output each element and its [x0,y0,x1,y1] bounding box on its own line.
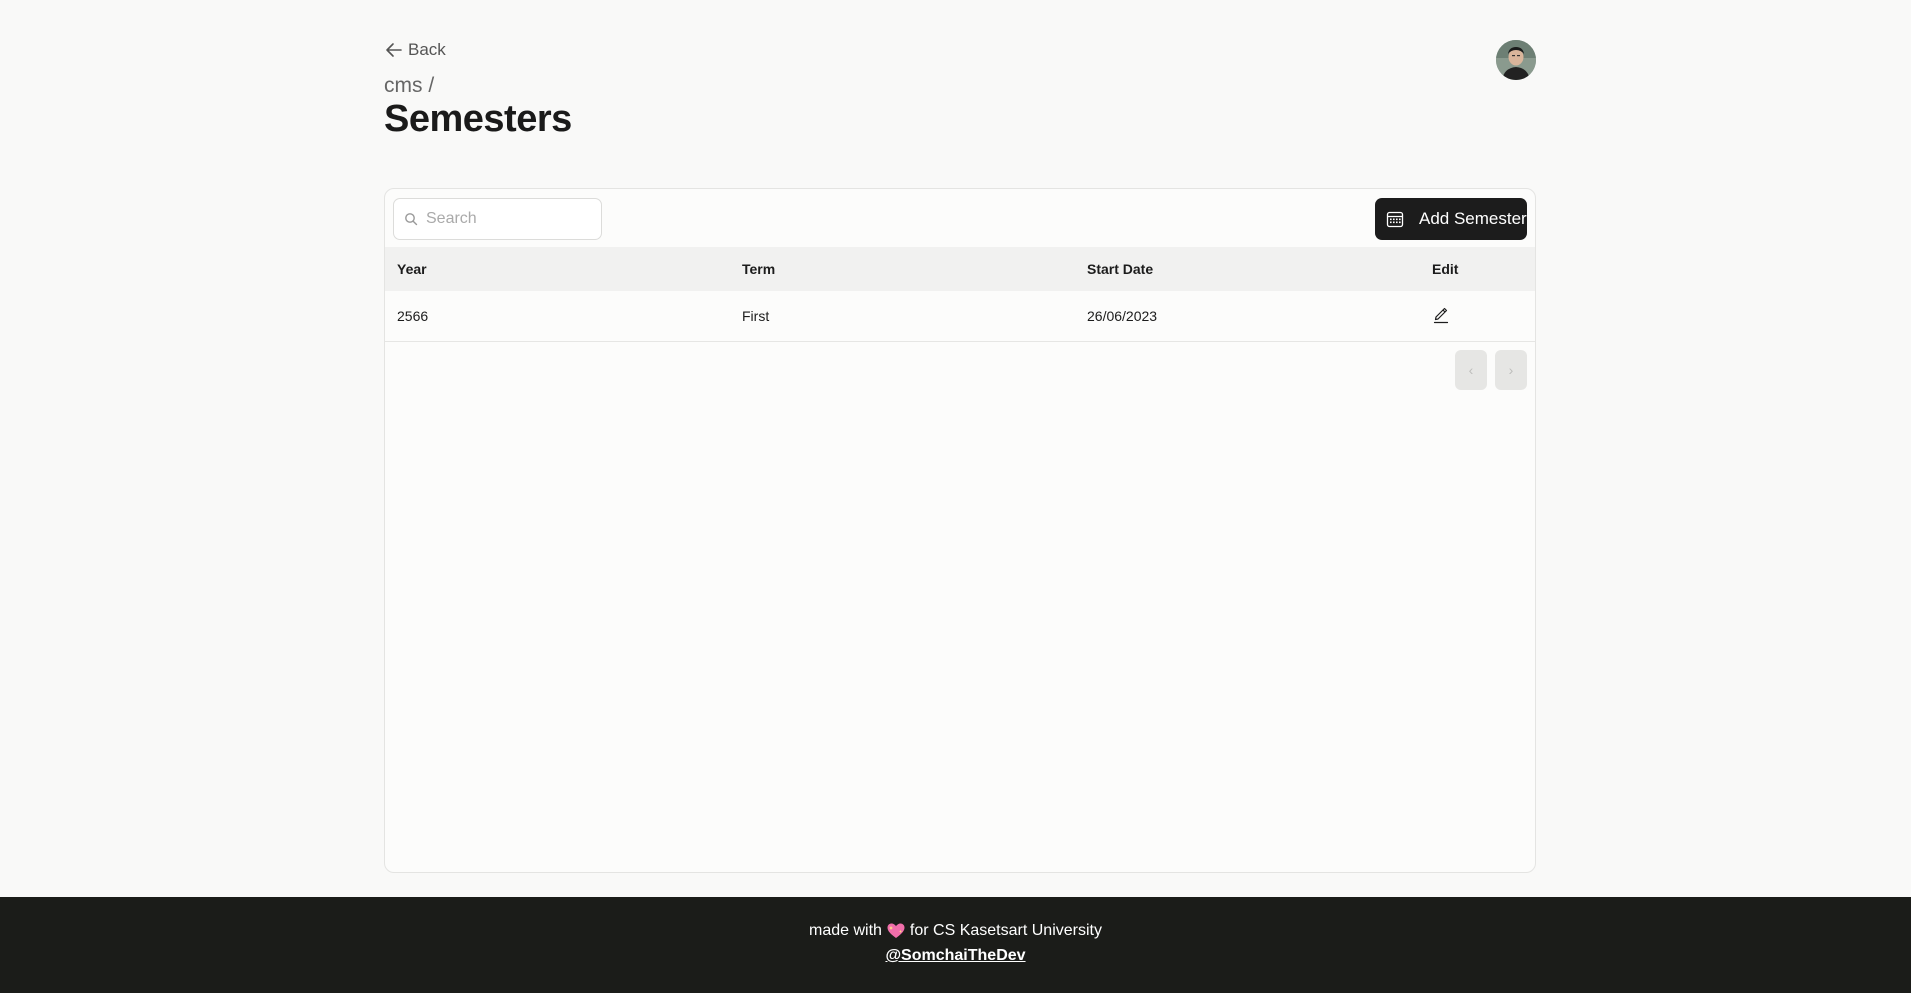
breadcrumb: cms / [384,74,435,97]
column-header-start-date[interactable]: Start Date [1075,247,1420,291]
table-row: 2566 First 26/06/2023 [385,291,1535,341]
table-toolbar: Add Semester [385,189,1535,247]
add-semester-button[interactable]: Add Semester [1375,198,1527,240]
column-header-term[interactable]: Term [730,247,1075,291]
cell-term: First [742,307,770,324]
calendar-icon [1386,211,1404,228]
sparkling-heart-icon [887,923,905,938]
chevron-left-icon: ‹ [1468,362,1474,378]
column-header-year[interactable]: Year [385,247,730,291]
footer-credit: made with for CS Kasetsart University [0,921,1911,941]
back-label: Back [408,40,446,59]
made-with-text: made with [809,922,882,939]
avatar[interactable] [1496,40,1536,80]
chevron-right-icon: › [1508,362,1514,378]
page: Back cms / Semesters Search Add Semester… [0,0,1911,993]
search-icon [405,213,418,226]
search-box[interactable] [393,198,602,240]
pagination: ‹ › [1455,350,1527,390]
cell-start-date: 26/06/2023 [1087,307,1158,324]
search-input[interactable] [426,210,586,228]
page-title: Semesters [384,98,572,140]
back-link[interactable]: Back [384,40,446,60]
table-header-row: Year Term Start Date Edit [385,247,1535,291]
cell-year: 2566 [397,307,429,324]
footer: made with for CS Kasetsart University @S… [0,897,1911,993]
author-link[interactable]: @SomchaiTheDev [0,947,1911,965]
prev-page-button[interactable]: ‹ [1455,350,1487,390]
user-avatar-icon [1496,40,1536,80]
for-university-text: for CS Kasetsart University [909,922,1102,939]
column-header-edit: Edit [1432,261,1459,277]
semesters-card: Add Semester Year Term Start Date Edit 2… [384,188,1536,873]
semesters-table: Year Term Start Date Edit 2566 First 26/… [385,247,1535,342]
arrow-left-icon [386,43,402,57]
cell-edit [1420,291,1535,341]
add-semester-label: Add Semester [1419,209,1527,228]
edit-button[interactable] [1432,304,1450,327]
pencil-icon [1433,308,1449,324]
next-page-button[interactable]: › [1495,350,1527,390]
